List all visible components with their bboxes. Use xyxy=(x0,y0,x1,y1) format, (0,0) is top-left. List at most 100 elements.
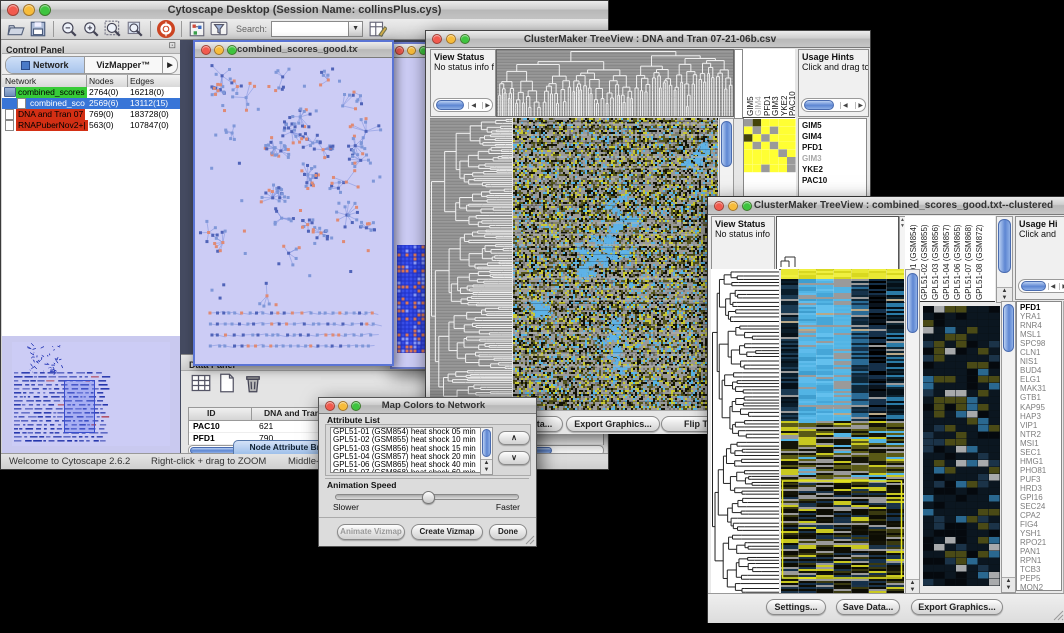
network-row[interactable]: combined_scores2764(0)16218(0) xyxy=(2,87,180,98)
column-dendrogram[interactable] xyxy=(776,216,899,270)
close-icon[interactable] xyxy=(714,201,724,211)
gene-label[interactable]: MON2 xyxy=(1020,583,1061,591)
view-status-scrollbar[interactable]: ◀▶ xyxy=(433,98,493,112)
zoom-in-icon[interactable] xyxy=(82,20,100,38)
gene-label[interactable]: HMG1 xyxy=(1020,457,1061,466)
new-attribute-icon[interactable] xyxy=(217,373,237,393)
slider-thumb[interactable] xyxy=(422,491,435,504)
zoom-selected-icon[interactable] xyxy=(126,20,144,38)
gene-label[interactable]: YKE2 xyxy=(802,164,866,175)
tab-vizmapper[interactable]: VizMapper™ xyxy=(85,57,164,73)
col-header-network[interactable]: Network xyxy=(5,75,36,87)
column-dendrogram[interactable] xyxy=(496,49,734,117)
row-dendrogram[interactable] xyxy=(711,269,779,593)
close-icon[interactable] xyxy=(325,401,335,411)
gene-label[interactable]: RPN1 xyxy=(1020,556,1061,565)
minimize-icon[interactable] xyxy=(407,46,416,55)
zoom-out-icon[interactable] xyxy=(60,20,78,38)
zoom-icon[interactable] xyxy=(227,45,237,55)
gene-label[interactable]: NIS1 xyxy=(1020,357,1061,366)
zoom-icon[interactable] xyxy=(460,34,470,44)
gene-label[interactable]: GIM4 xyxy=(802,131,866,142)
zoom-vscrollbar[interactable]: ▲▼ xyxy=(1001,301,1016,593)
close-icon[interactable] xyxy=(432,34,442,44)
id-column-header[interactable]: ID xyxy=(207,408,216,418)
gene-label[interactable]: MSL1 xyxy=(1020,330,1061,339)
network-row[interactable]: combined_sco2569(6)13112(15) xyxy=(2,98,180,109)
gene-label[interactable]: GTB1 xyxy=(1020,393,1061,402)
gene-label[interactable]: NTR2 xyxy=(1020,430,1061,439)
gene-label[interactable]: YRA1 xyxy=(1020,312,1061,321)
gene-label[interactable]: PAN1 xyxy=(1020,547,1061,556)
gene-label[interactable]: SEC24 xyxy=(1020,502,1061,511)
cluster-zoom-heatmap[interactable] xyxy=(923,306,1000,586)
move-down-button[interactable]: ∨ xyxy=(498,451,530,465)
gene-label[interactable]: RNR4 xyxy=(1020,321,1061,330)
delete-attribute-icon[interactable] xyxy=(243,373,263,393)
gene-label[interactable]: YSH1 xyxy=(1020,529,1061,538)
attribute-list-scrollbar[interactable]: ▲▼ xyxy=(480,427,493,475)
gene-label[interactable]: PUF3 xyxy=(1020,475,1061,484)
close-icon[interactable] xyxy=(395,46,404,55)
table-mode-icon[interactable] xyxy=(191,373,211,393)
minimize-icon[interactable] xyxy=(23,4,35,16)
gene-label[interactable]: PFD1 xyxy=(802,142,866,153)
help-icon[interactable] xyxy=(157,20,175,38)
search-dropdown-button[interactable]: ▼ xyxy=(349,21,363,37)
search-input[interactable] xyxy=(271,21,349,37)
network-overview-panel[interactable] xyxy=(2,336,180,453)
minimize-icon[interactable] xyxy=(446,34,456,44)
gene-label[interactable]: RPO21 xyxy=(1020,538,1061,547)
network-overview-thumbnail[interactable] xyxy=(12,342,170,446)
move-up-button[interactable]: ∧ xyxy=(498,431,530,445)
zoom-icon[interactable] xyxy=(39,4,51,16)
filter-icon[interactable] xyxy=(210,20,228,38)
window-controls[interactable] xyxy=(7,4,51,16)
col-header-nodes[interactable]: Nodes xyxy=(89,75,114,87)
action-button[interactable]: Settings... xyxy=(766,599,826,615)
heatmap-main[interactable] xyxy=(513,118,718,410)
col-header-edges[interactable]: Edges xyxy=(130,75,154,87)
cluster-zoom-heatmap[interactable] xyxy=(744,119,796,173)
tree-slider-strip[interactable] xyxy=(734,49,743,119)
zoom-icon[interactable] xyxy=(742,201,752,211)
network-row[interactable]: DNA and Tran 07769(0)183728(0) xyxy=(2,109,180,120)
network-canvas[interactable] xyxy=(196,58,386,360)
gene-label[interactable]: KAP95 xyxy=(1020,403,1061,412)
gene-label[interactable]: GIM3 xyxy=(802,153,866,164)
action-button[interactable]: Export Graphics... xyxy=(566,416,660,432)
close-icon[interactable] xyxy=(201,45,211,55)
animate-vizmap-button[interactable]: Animate Vizmap xyxy=(337,524,405,540)
attribute-list[interactable]: GPL51-01 (GSM854) heat shock 05 minGPL51… xyxy=(330,427,482,473)
attribute-list-item[interactable]: GPL51-07 (GSM868) heat shock 60 min xyxy=(333,469,481,473)
zoom-fit-icon[interactable] xyxy=(104,20,122,38)
gene-label[interactable]: FIG4 xyxy=(1020,520,1061,529)
gene-label[interactable]: ELG1 xyxy=(1020,375,1061,384)
tab-network[interactable]: Network xyxy=(6,57,85,73)
minimize-icon[interactable] xyxy=(338,401,348,411)
overview-icon[interactable] xyxy=(188,20,206,38)
gene-label[interactable]: PAC10 xyxy=(802,175,866,186)
close-icon[interactable] xyxy=(7,4,19,16)
attribute-editor-icon[interactable] xyxy=(369,20,387,38)
action-button[interactable]: Save Data... xyxy=(836,599,900,615)
tab-more-button[interactable]: ▶ xyxy=(163,57,177,73)
gene-label[interactable]: CLN1 xyxy=(1020,348,1061,357)
gene-label[interactable]: HAP3 xyxy=(1020,412,1061,421)
main-title-bar[interactable]: Cytoscape Desktop (Session Name: collins… xyxy=(1,1,608,20)
usage-hints-scrollbar[interactable]: ◀▶ xyxy=(801,98,866,112)
gene-label[interactable]: SPC98 xyxy=(1020,339,1061,348)
labels-vscrollbar[interactable]: ▲▼ xyxy=(996,216,1013,303)
heatmap-main[interactable] xyxy=(781,269,904,593)
open-file-icon[interactable] xyxy=(7,20,25,38)
gene-label[interactable]: GIM5 xyxy=(802,120,866,131)
create-vizmap-button[interactable]: Create Vizmap xyxy=(411,524,483,540)
row-dendrogram[interactable] xyxy=(430,118,512,410)
gene-label[interactable]: SEC1 xyxy=(1020,448,1061,457)
network-row[interactable]: RNAPuberNov2+|563(0)107847(0) xyxy=(2,120,180,131)
minimize-icon[interactable] xyxy=(214,45,224,55)
heatmap-vscrollbar[interactable]: ▲▼ xyxy=(905,269,920,595)
gene-label[interactable]: GPI16 xyxy=(1020,493,1061,502)
gene-label[interactable]: CPA2 xyxy=(1020,511,1061,520)
minimize-icon[interactable] xyxy=(728,201,738,211)
